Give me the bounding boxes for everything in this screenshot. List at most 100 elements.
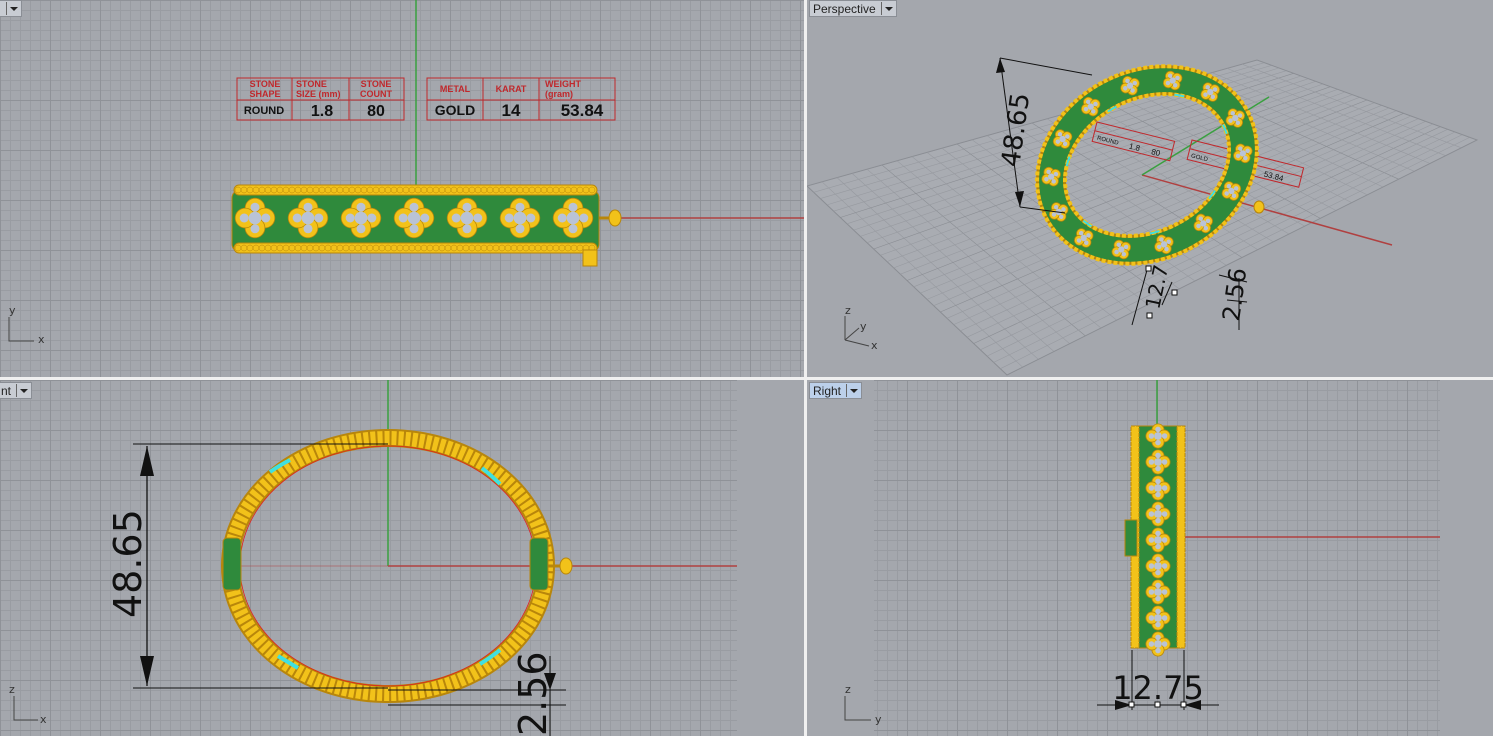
bead [564,186,572,194]
bead [342,186,350,194]
stone-size-header-1: STONE [296,79,327,89]
bead [576,244,584,252]
bead [516,186,524,194]
right-width-dimension: 12.75 [1097,650,1219,710]
bead [336,244,344,252]
svg-text:z: z [845,304,851,317]
perspective-grid [807,59,1479,376]
bead [324,244,332,252]
viewport-front[interactable]: 48.65 2.56 z x nt [0,380,804,736]
bead [366,186,374,194]
bead [390,186,398,194]
top-view-scene: STONE SHAPE STONE SIZE (mm) STONE COUNT … [8,0,804,346]
bead [450,186,458,194]
bead [570,186,578,194]
bead [402,186,410,194]
tab-perspective[interactable]: Perspective [809,0,897,17]
bead [486,186,494,194]
bead [570,244,578,252]
bead [510,186,518,194]
tab-top[interactable] [0,0,22,17]
svg-text:y: y [860,320,867,333]
right-view-scene: 12.75 z y [807,380,1493,736]
stone-shape-value: ROUND [244,105,284,117]
bead [528,186,536,194]
bead [438,186,446,194]
bead [384,244,392,252]
bead [408,186,416,194]
bead [552,186,560,194]
bead [456,186,464,194]
bangle-right-view [1124,423,1186,657]
stone-count-value: 80 [367,103,385,120]
bead [462,244,470,252]
bead [498,186,506,194]
chevron-down-icon[interactable] [880,2,893,15]
bead [384,186,392,194]
chevron-down-icon[interactable] [6,2,18,15]
weight-header-2: (gram) [545,89,573,99]
viewport-right[interactable]: 12.75 z y Right [807,380,1493,736]
bead [306,244,314,252]
bead [264,186,272,194]
bead [252,186,260,194]
perspective-scene: ROUND 1.8 80 GOLD 53.84 48.65 12.7 2.56 … [807,57,1479,376]
bead [426,244,434,252]
metal-header: METAL [440,84,471,94]
bead [582,186,590,194]
chevron-down-icon[interactable] [16,384,29,397]
bead [546,244,554,252]
bead [282,186,290,194]
stone-size-value: 1.8 [311,103,333,120]
svg-text:x: x [871,339,878,352]
stone-table: STONE SHAPE STONE SIZE (mm) STONE COUNT … [236,77,405,121]
bead [246,186,254,194]
front-thickness-label: 2.56 [511,651,555,736]
bead [534,186,542,194]
bead [252,244,260,252]
bead [390,244,398,252]
bead [546,186,554,194]
svg-text:2.56: 2.56 [1217,266,1252,323]
bead [474,244,482,252]
stone-count-header-1: STONE [361,79,392,89]
bead [438,244,446,252]
tab-right-label: Right [813,383,842,398]
stone-size-header-2: SIZE (mm) [296,89,341,99]
bead [294,244,302,252]
bead [318,186,326,194]
bead [492,186,500,194]
stone-shape-header-2: SHAPE [249,89,280,99]
bead [240,244,248,252]
bead [402,244,410,252]
bead [324,186,332,194]
viewport-top[interactable]: STONE SHAPE STONE SIZE (mm) STONE COUNT … [0,0,804,377]
bead [456,244,464,252]
bead [366,244,374,252]
viewport-splitter-vertical[interactable] [804,0,807,736]
chevron-down-icon[interactable] [846,384,859,397]
viewport-splitter-horizontal[interactable] [0,377,1493,380]
bead [558,244,566,252]
svg-text:z: z [845,683,851,696]
bead [432,186,440,194]
bead [372,186,380,194]
stone-count-header-2: COUNT [360,89,392,99]
metal-table: METAL KARAT WEIGHT (gram) GOLD 14 53.84 [426,77,616,121]
tab-front[interactable]: nt [0,382,33,399]
viewport-perspective[interactable]: ROUND 1.8 80 GOLD 53.84 48.65 12.7 2.56 … [807,0,1493,377]
weight-header-1: WEIGHT [545,79,581,89]
bead [432,244,440,252]
bead [276,244,284,252]
bead [342,244,350,252]
bead [300,186,308,194]
bead [522,244,530,252]
bead [540,244,548,252]
bead [306,186,314,194]
axis-indicator-front: z x [9,683,47,726]
bead [462,186,470,194]
front-view-scene: 48.65 2.56 z x [9,380,804,736]
bead [468,186,476,194]
bead [414,186,422,194]
tab-right[interactable]: Right [809,382,863,399]
